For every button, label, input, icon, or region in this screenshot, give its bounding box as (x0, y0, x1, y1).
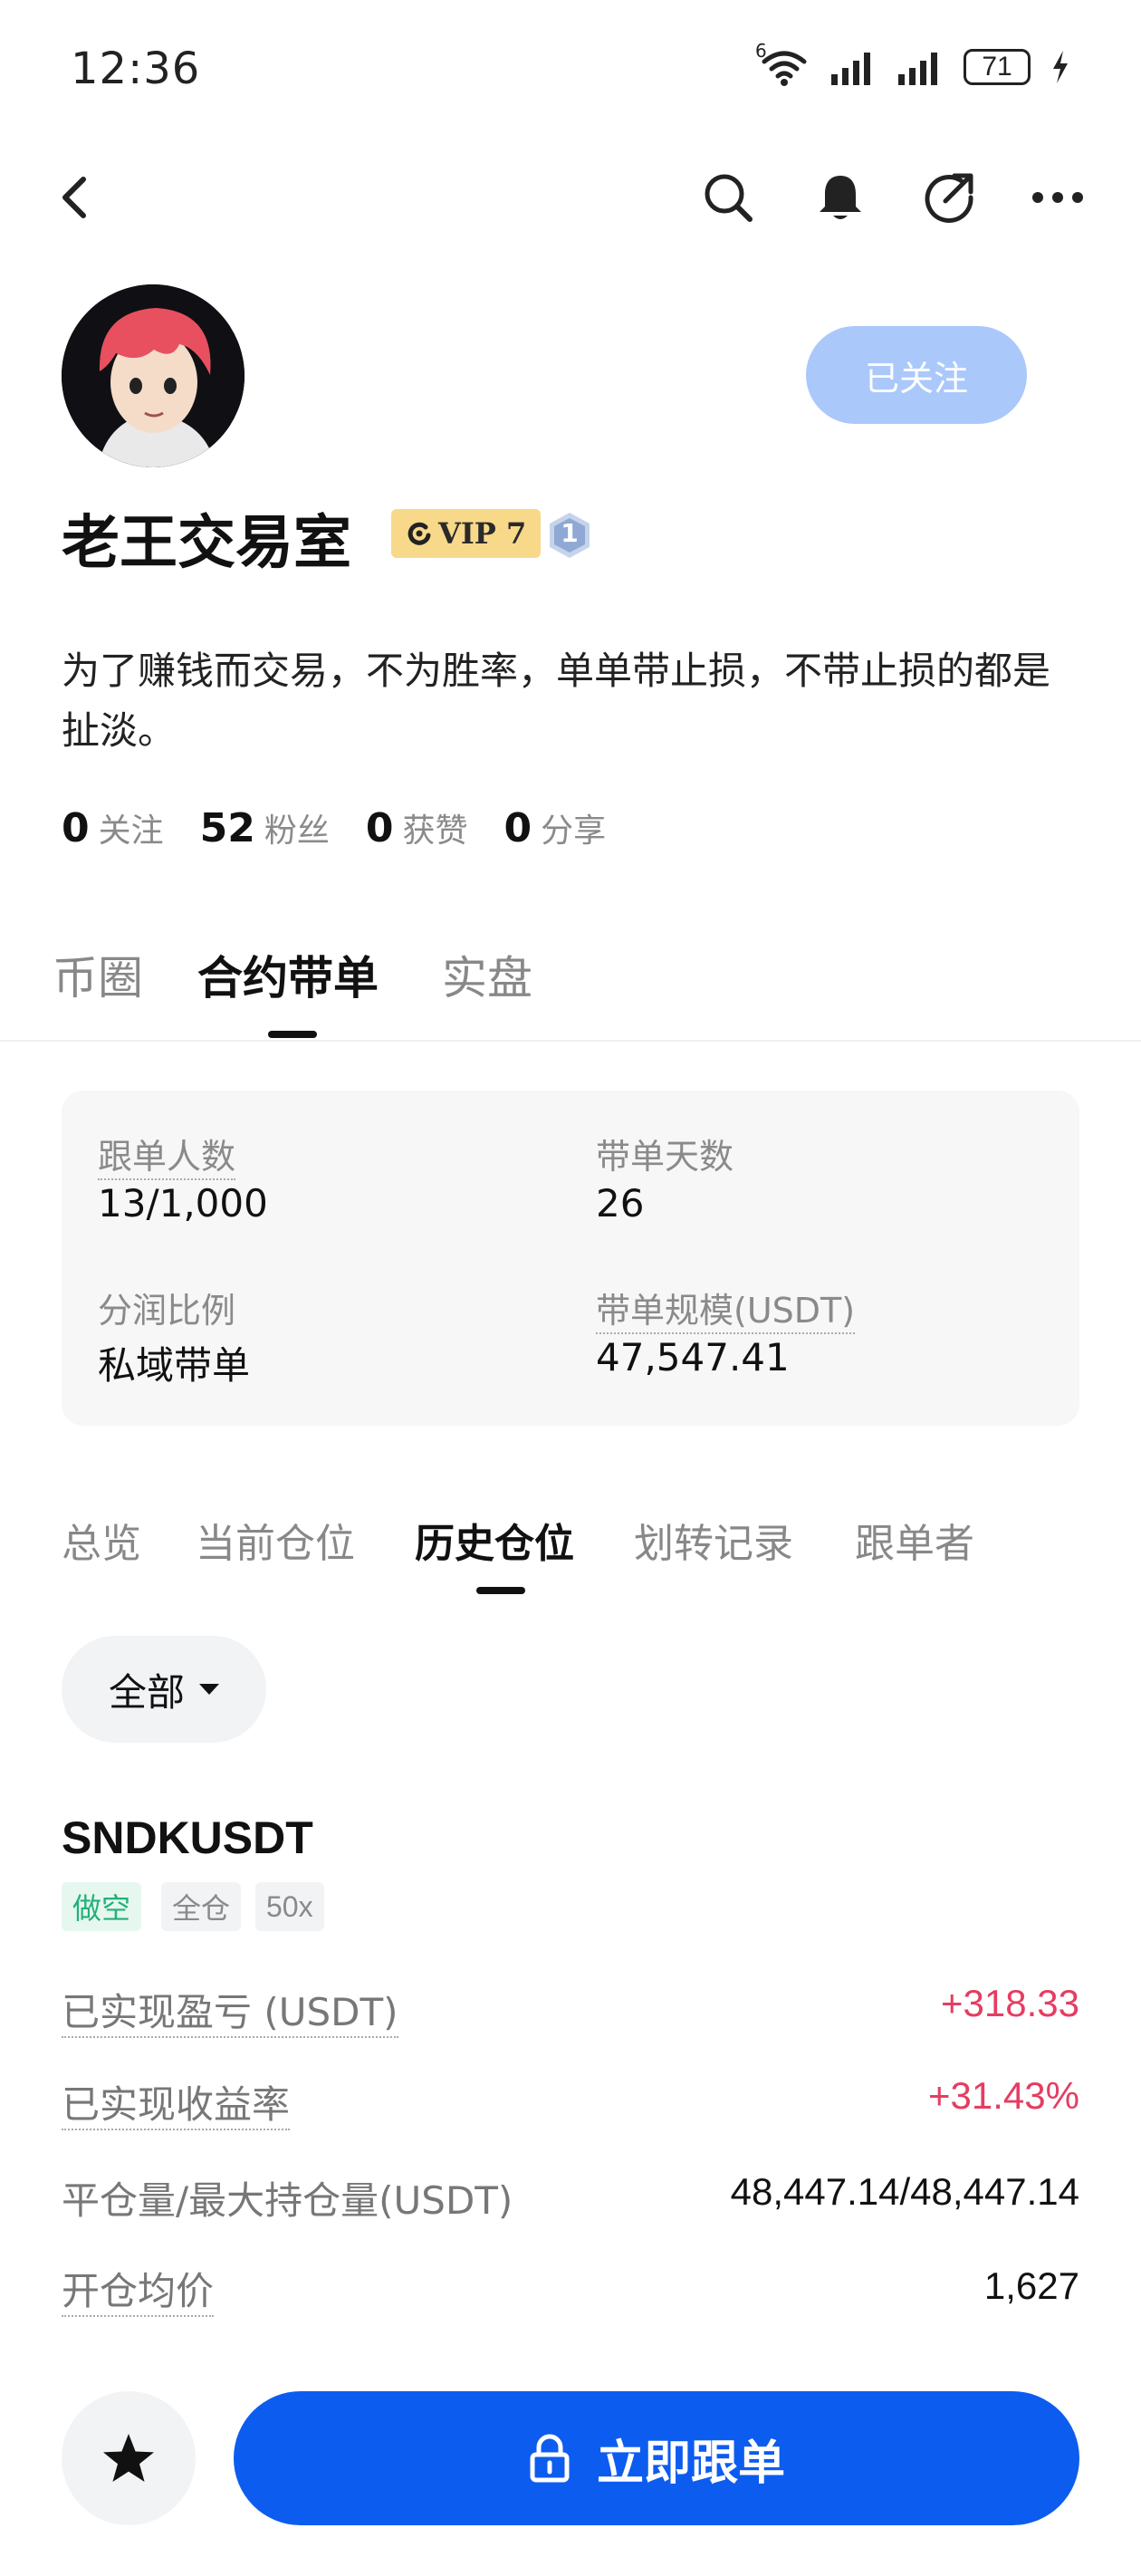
divider (0, 1040, 1141, 1042)
avatar (62, 284, 244, 467)
star-icon (103, 2434, 154, 2482)
profit-share-value: 私域带单 (98, 1343, 251, 1388)
position-symbol: SNDKUSDT (62, 1812, 313, 1863)
shares-count: 0 (503, 805, 532, 851)
realized-pnl-label[interactable]: 已实现盈亏 (USDT) (62, 1990, 398, 2038)
back-arrow-icon[interactable] (45, 168, 103, 226)
shares-label: 分享 (541, 812, 607, 850)
copy-trade-button[interactable]: 立即跟单 (234, 2391, 1079, 2525)
battery-icon: 71 (964, 49, 1031, 85)
status-icons: 6 71 (755, 40, 1070, 87)
side-tag: 做空 (62, 1882, 142, 1931)
signal-icon (898, 53, 937, 85)
follow-button[interactable]: 已关注 (806, 326, 1027, 424)
filter-dropdown[interactable]: 全部 (62, 1636, 266, 1743)
copy-trade-label: 立即跟单 (596, 2436, 785, 2491)
close-volume-label: 平仓量/最大持仓量(USDT) (62, 2178, 513, 2223)
tab-transfer-records[interactable]: 划转记录 (634, 1511, 793, 1569)
lock-icon (530, 2434, 570, 2483)
following-count: 0 (62, 805, 90, 851)
signal-icon (831, 53, 870, 85)
likes-count: 0 (365, 805, 394, 851)
tab-current-positions[interactable]: 当前仓位 (196, 1511, 355, 1569)
fans-count: 52 (199, 805, 255, 851)
status-time: 12:36 (71, 43, 201, 94)
avg-open-price-value: 1,627 (983, 2264, 1079, 2307)
tab-contract-copy[interactable]: 合约带单 (197, 942, 379, 1007)
network-type-label: 6 (755, 40, 767, 62)
scale-label[interactable]: 带单规模(USDT) (596, 1291, 856, 1334)
avg-open-price-label[interactable]: 开仓均价 (62, 2269, 215, 2317)
following-label[interactable]: 关注 (99, 804, 164, 851)
filter-label: 全部 (108, 1669, 185, 1715)
tab-overview[interactable]: 总览 (62, 1511, 141, 1569)
fans-label[interactable]: 粉丝 (264, 804, 330, 851)
margin-mode-tag: 全仓 (161, 1882, 242, 1931)
scale-value: 47,547.41 (596, 1335, 790, 1379)
leverage-tag: 50x (255, 1882, 324, 1931)
vip-label: VIP 7 (438, 516, 527, 551)
tab-live[interactable]: 实盘 (442, 942, 532, 1007)
followers-label[interactable]: 跟单人数 (98, 1137, 236, 1180)
caret-down-icon (199, 1684, 219, 1695)
favorite-button[interactable] (62, 2391, 196, 2525)
tab-coin-circle[interactable]: 币圈 (53, 942, 143, 1007)
profit-share-label: 分润比例 (98, 1291, 236, 1331)
charging-icon (1053, 51, 1068, 83)
bell-icon[interactable] (811, 168, 869, 226)
days-value: 26 (596, 1181, 645, 1226)
search-icon[interactable] (699, 168, 757, 226)
close-volume-value: 48,447.14/48,447.14 (730, 2170, 1079, 2213)
vip-badge: VIP 7 (391, 509, 542, 558)
days-label: 带单天数 (596, 1137, 734, 1177)
summary-card: 跟单人数 13/1,000 带单天数 26 分润比例 私域带单 带单规模(USD… (62, 1091, 1079, 1426)
wifi-icon: 6 (755, 40, 810, 87)
level-number: 1 (561, 518, 579, 548)
realized-pnl-value: +318.33 (941, 1982, 1079, 2024)
realized-roi-label[interactable]: 已实现收益率 (62, 2082, 291, 2130)
bio-text: 为了赚钱而交易，不为胜率，单单带止损，不带止损的都是扯淡。 (62, 649, 1051, 753)
subtab-active-indicator (476, 1587, 525, 1594)
tab-followers[interactable]: 跟单者 (855, 1511, 974, 1569)
followers-value: 13/1,000 (98, 1181, 268, 1226)
more-icon[interactable] (1029, 168, 1087, 226)
vip-logo-icon (408, 522, 431, 545)
tab-history-positions[interactable]: 历史仓位 (415, 1511, 574, 1569)
trader-name: 老王交易室 (62, 510, 351, 577)
tab-active-indicator (268, 1031, 317, 1038)
level-badge: 1 (547, 511, 592, 560)
likes-label: 获赞 (402, 812, 468, 850)
realized-roi-value: +31.43% (928, 2074, 1079, 2117)
profile-stats: 0 关注 52 粉丝 0 获赞 0 分享 (62, 804, 642, 851)
share-icon[interactable] (920, 168, 978, 226)
